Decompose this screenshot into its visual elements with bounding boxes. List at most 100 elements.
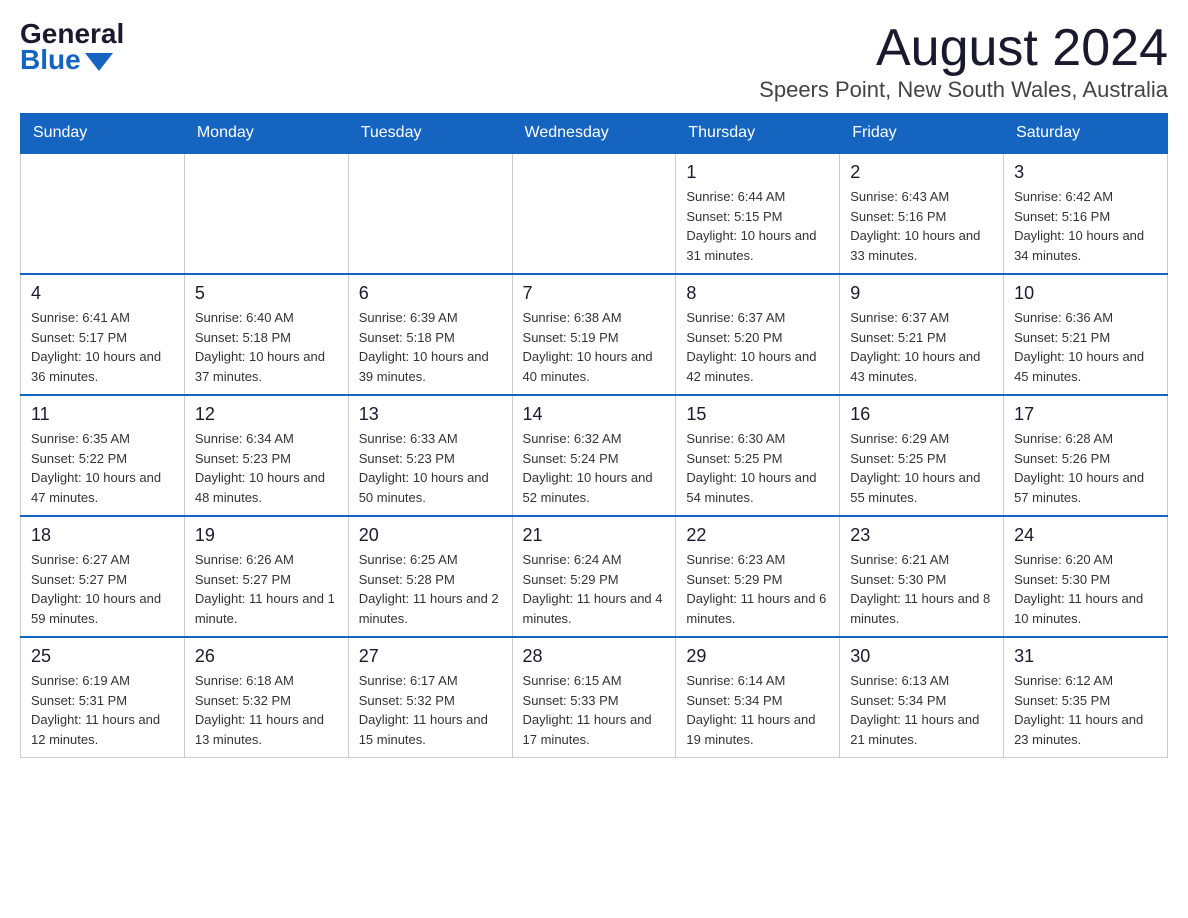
day-number: 29 <box>686 646 829 667</box>
calendar-week-row: 18 Sunrise: 6:27 AMSunset: 5:27 PMDayligh… <box>21 516 1168 637</box>
day-number: 17 <box>1014 404 1157 425</box>
day-info: Sunrise: 6:27 AMSunset: 5:27 PMDaylight:… <box>31 550 174 628</box>
calendar-cell: 31 Sunrise: 6:12 AMSunset: 5:35 PMDayligh… <box>1004 637 1168 758</box>
day-info: Sunrise: 6:38 AMSunset: 5:19 PMDaylight:… <box>523 308 666 386</box>
day-info: Sunrise: 6:35 AMSunset: 5:22 PMDaylight:… <box>31 429 174 507</box>
calendar-cell: 18 Sunrise: 6:27 AMSunset: 5:27 PMDayligh… <box>21 516 185 637</box>
calendar-week-row: 25 Sunrise: 6:19 AMSunset: 5:31 PMDayligh… <box>21 637 1168 758</box>
location-title: Speers Point, New South Wales, Australia <box>759 77 1168 103</box>
day-number: 10 <box>1014 283 1157 304</box>
day-info: Sunrise: 6:13 AMSunset: 5:34 PMDaylight:… <box>850 671 993 749</box>
day-number: 27 <box>359 646 502 667</box>
day-number: 24 <box>1014 525 1157 546</box>
calendar-header-thursday: Thursday <box>676 114 840 154</box>
calendar-week-row: 4 Sunrise: 6:41 AMSunset: 5:17 PMDaylight… <box>21 274 1168 395</box>
calendar-cell: 4 Sunrise: 6:41 AMSunset: 5:17 PMDaylight… <box>21 274 185 395</box>
day-number: 12 <box>195 404 338 425</box>
day-info: Sunrise: 6:37 AMSunset: 5:21 PMDaylight:… <box>850 308 993 386</box>
calendar-week-row: 11 Sunrise: 6:35 AMSunset: 5:22 PMDayligh… <box>21 395 1168 516</box>
day-number: 30 <box>850 646 993 667</box>
day-info: Sunrise: 6:34 AMSunset: 5:23 PMDaylight:… <box>195 429 338 507</box>
day-info: Sunrise: 6:17 AMSunset: 5:32 PMDaylight:… <box>359 671 502 749</box>
calendar-cell: 8 Sunrise: 6:37 AMSunset: 5:20 PMDaylight… <box>676 274 840 395</box>
calendar-cell: 20 Sunrise: 6:25 AMSunset: 5:28 PMDayligh… <box>348 516 512 637</box>
day-number: 25 <box>31 646 174 667</box>
day-info: Sunrise: 6:23 AMSunset: 5:29 PMDaylight:… <box>686 550 829 628</box>
day-info: Sunrise: 6:30 AMSunset: 5:25 PMDaylight:… <box>686 429 829 507</box>
calendar-cell <box>184 153 348 274</box>
day-info: Sunrise: 6:18 AMSunset: 5:32 PMDaylight:… <box>195 671 338 749</box>
calendar-cell <box>21 153 185 274</box>
day-number: 4 <box>31 283 174 304</box>
calendar-cell: 15Sunrise: 6:30 AMSunset: 5:25 PMDayligh… <box>676 395 840 516</box>
calendar-header-row: SundayMondayTuesdayWednesdayThursdayFrid… <box>21 114 1168 154</box>
day-number: 11 <box>31 404 174 425</box>
day-info: Sunrise: 6:25 AMSunset: 5:28 PMDaylight:… <box>359 550 502 628</box>
calendar-cell: 29 Sunrise: 6:14 AMSunset: 5:34 PMDayligh… <box>676 637 840 758</box>
day-number: 20 <box>359 525 502 546</box>
calendar-cell: 22 Sunrise: 6:23 AMSunset: 5:29 PMDayligh… <box>676 516 840 637</box>
day-info: Sunrise: 6:32 AMSunset: 5:24 PMDaylight:… <box>523 429 666 507</box>
day-number: 26 <box>195 646 338 667</box>
calendar-cell: 25 Sunrise: 6:19 AMSunset: 5:31 PMDayligh… <box>21 637 185 758</box>
calendar-cell <box>512 153 676 274</box>
day-info: Sunrise: 6:19 AMSunset: 5:31 PMDaylight:… <box>31 671 174 749</box>
day-number: 23 <box>850 525 993 546</box>
day-number: 31 <box>1014 646 1157 667</box>
calendar-cell: 5Sunrise: 6:40 AMSunset: 5:18 PMDaylight… <box>184 274 348 395</box>
day-number: 7 <box>523 283 666 304</box>
calendar-cell <box>348 153 512 274</box>
calendar-cell: 19 Sunrise: 6:26 AMSunset: 5:27 PMDayligh… <box>184 516 348 637</box>
day-info: Sunrise: 6:21 AMSunset: 5:30 PMDaylight:… <box>850 550 993 628</box>
calendar-cell: 12 Sunrise: 6:34 AMSunset: 5:23 PMDayligh… <box>184 395 348 516</box>
day-info: Sunrise: 6:41 AMSunset: 5:17 PMDaylight:… <box>31 308 174 386</box>
day-number: 6 <box>359 283 502 304</box>
day-info: Sunrise: 6:39 AMSunset: 5:18 PMDaylight:… <box>359 308 502 386</box>
page-header: General Blue August 2024 Speers Point, N… <box>20 20 1168 103</box>
calendar-table: SundayMondayTuesdayWednesdayThursdayFrid… <box>20 113 1168 758</box>
day-info: Sunrise: 6:36 AMSunset: 5:21 PMDaylight:… <box>1014 308 1157 386</box>
calendar-header-wednesday: Wednesday <box>512 114 676 154</box>
day-number: 8 <box>686 283 829 304</box>
calendar-cell: 28Sunrise: 6:15 AMSunset: 5:33 PMDayligh… <box>512 637 676 758</box>
day-info: Sunrise: 6:29 AMSunset: 5:25 PMDaylight:… <box>850 429 993 507</box>
day-number: 18 <box>31 525 174 546</box>
day-info: Sunrise: 6:43 AMSunset: 5:16 PMDaylight:… <box>850 187 993 265</box>
calendar-cell: 9 Sunrise: 6:37 AMSunset: 5:21 PMDaylight… <box>840 274 1004 395</box>
day-number: 9 <box>850 283 993 304</box>
calendar-week-row: 1Sunrise: 6:44 AMSunset: 5:15 PMDaylight… <box>21 153 1168 274</box>
day-number: 16 <box>850 404 993 425</box>
day-info: Sunrise: 6:15 AMSunset: 5:33 PMDaylight:… <box>523 671 666 749</box>
day-info: Sunrise: 6:24 AMSunset: 5:29 PMDaylight:… <box>523 550 666 628</box>
calendar-header-sunday: Sunday <box>21 114 185 154</box>
day-info: Sunrise: 6:20 AMSunset: 5:30 PMDaylight:… <box>1014 550 1157 628</box>
calendar-header-monday: Monday <box>184 114 348 154</box>
day-number: 14 <box>523 404 666 425</box>
day-number: 13 <box>359 404 502 425</box>
logo-blue-text: Blue <box>20 46 81 74</box>
calendar-cell: 30 Sunrise: 6:13 AMSunset: 5:34 PMDayligh… <box>840 637 1004 758</box>
calendar-cell: 14 Sunrise: 6:32 AMSunset: 5:24 PMDayligh… <box>512 395 676 516</box>
calendar-cell: 26 Sunrise: 6:18 AMSunset: 5:32 PMDayligh… <box>184 637 348 758</box>
calendar-cell: 1Sunrise: 6:44 AMSunset: 5:15 PMDaylight… <box>676 153 840 274</box>
day-number: 5 <box>195 283 338 304</box>
day-number: 2 <box>850 162 993 183</box>
logo: General Blue <box>20 20 124 74</box>
calendar-header-tuesday: Tuesday <box>348 114 512 154</box>
calendar-cell: 6 Sunrise: 6:39 AMSunset: 5:18 PMDaylight… <box>348 274 512 395</box>
day-info: Sunrise: 6:44 AMSunset: 5:15 PMDaylight:… <box>686 187 829 265</box>
calendar-cell: 11 Sunrise: 6:35 AMSunset: 5:22 PMDayligh… <box>21 395 185 516</box>
calendar-cell: 16 Sunrise: 6:29 AMSunset: 5:25 PMDayligh… <box>840 395 1004 516</box>
day-number: 22 <box>686 525 829 546</box>
day-number: 3 <box>1014 162 1157 183</box>
day-info: Sunrise: 6:14 AMSunset: 5:34 PMDaylight:… <box>686 671 829 749</box>
day-number: 21 <box>523 525 666 546</box>
month-title: August 2024 <box>759 20 1168 77</box>
calendar-cell: 24 Sunrise: 6:20 AMSunset: 5:30 PMDayligh… <box>1004 516 1168 637</box>
day-info: Sunrise: 6:37 AMSunset: 5:20 PMDaylight:… <box>686 308 829 386</box>
day-info: Sunrise: 6:26 AMSunset: 5:27 PMDaylight:… <box>195 550 338 628</box>
day-info: Sunrise: 6:12 AMSunset: 5:35 PMDaylight:… <box>1014 671 1157 749</box>
calendar-cell: 21 Sunrise: 6:24 AMSunset: 5:29 PMDayligh… <box>512 516 676 637</box>
day-number: 19 <box>195 525 338 546</box>
title-section: August 2024 Speers Point, New South Wale… <box>759 20 1168 103</box>
